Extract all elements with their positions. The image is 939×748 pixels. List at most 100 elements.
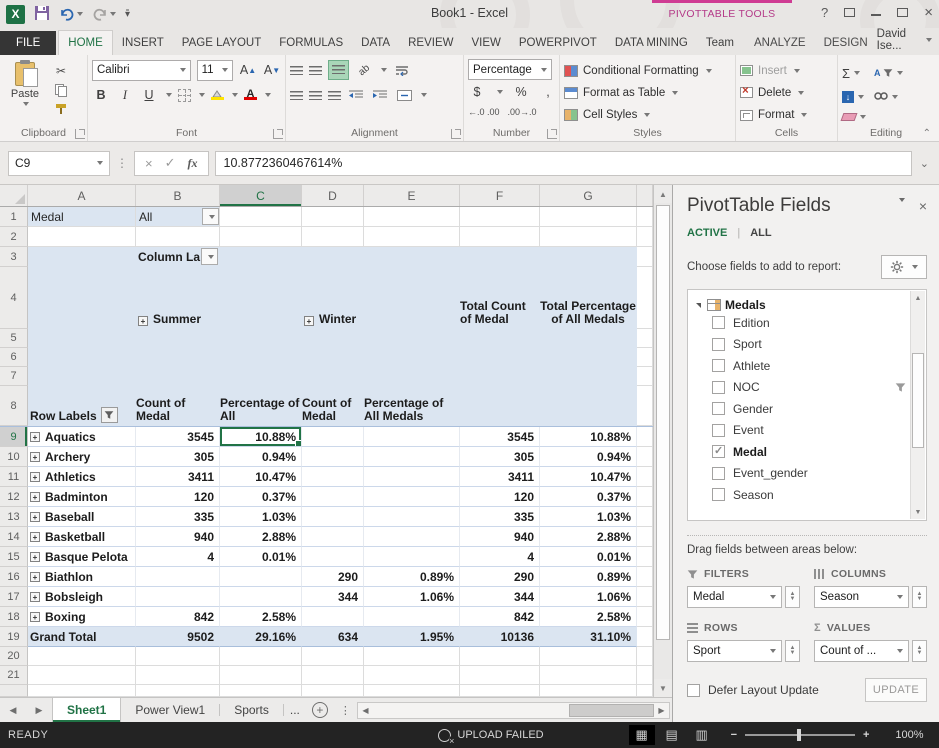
field-medal[interactable]: Medal: [696, 441, 906, 463]
checkbox[interactable]: [712, 488, 725, 501]
field-stepper[interactable]: ▲▼: [912, 640, 927, 662]
filter-field-cell[interactable]: Medal: [28, 207, 136, 227]
find-icon[interactable]: [874, 87, 903, 106]
paste-button[interactable]: Paste: [4, 59, 46, 125]
tab-formulas[interactable]: FORMULAS: [270, 31, 352, 55]
decrease-decimal-icon[interactable]: .00→.0: [508, 107, 537, 117]
close-icon[interactable]: ×: [924, 4, 933, 22]
comma-icon[interactable]: ,: [539, 83, 557, 102]
row-number[interactable]: 18: [0, 607, 28, 627]
scrollbar-thumb[interactable]: [656, 205, 670, 640]
dialog-launcher-icon[interactable]: [273, 129, 283, 139]
columns-field-season[interactable]: Season: [814, 586, 909, 608]
field-stepper[interactable]: ▲▼: [785, 586, 800, 608]
tab-page-layout[interactable]: PAGE LAYOUT: [173, 31, 270, 55]
pivot-row-label[interactable]: +Archery: [28, 447, 136, 467]
save-icon[interactable]: [34, 5, 50, 24]
number-format-select[interactable]: Percentage: [468, 59, 552, 80]
pivot-row-label[interactable]: +Badminton: [28, 487, 136, 507]
align-bottom-icon[interactable]: [328, 60, 349, 80]
more-sheets[interactable]: ...: [284, 698, 306, 722]
field-gender[interactable]: Gender: [696, 398, 906, 420]
sheet-tab-sheet1[interactable]: Sheet1: [52, 698, 121, 722]
field-season[interactable]: Season: [696, 484, 906, 506]
scroll-up-icon[interactable]: ▲: [911, 291, 925, 305]
expand-formula-bar-icon[interactable]: ⌄: [918, 157, 931, 170]
column-header-g[interactable]: G: [540, 185, 637, 206]
pivot-row-label[interactable]: +Basque Pelota: [28, 547, 136, 567]
font-name-select[interactable]: Calibri: [92, 60, 191, 81]
row-number[interactable]: 1: [0, 207, 28, 227]
tab-view[interactable]: VIEW: [462, 31, 509, 55]
filters-field-medal[interactable]: Medal: [687, 586, 782, 608]
row-number[interactable]: 10: [0, 447, 28, 467]
expand-icon[interactable]: +: [30, 572, 40, 582]
checkbox[interactable]: [712, 381, 725, 394]
row-number[interactable]: 3: [0, 247, 28, 267]
zoom-slider-thumb[interactable]: [797, 729, 801, 741]
user-dropdown-icon[interactable]: [926, 38, 932, 42]
customize-qat-icon[interactable]: ▾̄: [125, 9, 129, 20]
font-size-select[interactable]: 11: [197, 60, 233, 81]
pivot-row-label[interactable]: +Aquatics: [28, 427, 136, 447]
minimize-icon[interactable]: [871, 4, 881, 22]
dialog-launcher-icon[interactable]: [451, 129, 461, 139]
expand-icon[interactable]: +: [30, 612, 40, 622]
scroll-left-icon[interactable]: ◀: [358, 706, 373, 715]
tab-review[interactable]: REVIEW: [399, 31, 462, 55]
field-edition[interactable]: Edition: [696, 312, 906, 334]
collapse-icon[interactable]: +: [304, 316, 314, 326]
cancel-icon[interactable]: ×: [145, 156, 153, 171]
column-header-f[interactable]: F: [460, 185, 540, 206]
row-number[interactable]: 5: [0, 329, 28, 348]
row-number[interactable]: 17: [0, 587, 28, 607]
insert-button[interactable]: Insert: [740, 61, 807, 80]
sheet-tab-power-view1[interactable]: Power View1: [121, 698, 219, 722]
row-number[interactable]: 19: [0, 627, 28, 647]
fill-color-icon[interactable]: [211, 90, 224, 100]
row-number[interactable]: 2: [0, 227, 28, 247]
tab-team[interactable]: Team: [697, 31, 743, 55]
tab-design[interactable]: DESIGN: [815, 31, 877, 55]
vertical-scrollbar[interactable]: ▲ ▼: [653, 185, 672, 697]
tab-all[interactable]: ALL: [750, 227, 771, 239]
row-number[interactable]: [0, 685, 28, 697]
row-number[interactable]: 8: [0, 386, 28, 426]
pivot-row-label[interactable]: +Bobsleigh: [28, 587, 136, 607]
row-number[interactable]: 12: [0, 487, 28, 507]
autosum-icon[interactable]: Σ: [842, 62, 866, 84]
tab-data-mining[interactable]: DATA MINING: [606, 31, 697, 55]
checkbox[interactable]: [712, 467, 725, 480]
tab-home[interactable]: HOME: [58, 30, 113, 55]
excel-logo-icon[interactable]: X: [6, 5, 25, 24]
scroll-down-icon[interactable]: ▼: [654, 679, 672, 697]
dialog-launcher-icon[interactable]: [75, 129, 85, 139]
undo-dropdown-icon[interactable]: [77, 12, 83, 16]
clear-icon[interactable]: [842, 110, 866, 125]
orientation-icon[interactable]: ab: [352, 58, 376, 82]
horizontal-scrollbar[interactable]: ◀ ▶: [357, 702, 670, 719]
field-sport[interactable]: Sport: [696, 334, 906, 356]
expand-icon[interactable]: +: [30, 492, 40, 502]
zoom-in-icon[interactable]: +: [863, 729, 869, 741]
row-number[interactable]: 11: [0, 467, 28, 487]
align-middle-icon[interactable]: [309, 66, 322, 75]
tab-file[interactable]: FILE: [0, 31, 56, 55]
decrease-indent-icon[interactable]: [347, 87, 365, 103]
currency-icon[interactable]: $: [468, 83, 486, 102]
align-left-icon[interactable]: [290, 91, 303, 100]
zoom-out-icon[interactable]: −: [731, 729, 737, 741]
formula-input[interactable]: 10.8772360467614%: [215, 151, 912, 176]
align-top-icon[interactable]: [290, 66, 303, 75]
table-medals[interactable]: Medals: [696, 298, 906, 312]
defer-layout-checkbox[interactable]: [687, 684, 700, 697]
increase-decimal-icon[interactable]: ←.0 .00: [468, 107, 500, 117]
ribbon-display-icon[interactable]: [844, 4, 855, 22]
expand-icon[interactable]: +: [30, 472, 40, 482]
collapse-ribbon-icon[interactable]: ⌃: [923, 128, 931, 139]
checkbox[interactable]: [712, 338, 725, 351]
row-number[interactable]: 16: [0, 567, 28, 587]
pane-options-icon[interactable]: [899, 198, 905, 202]
pivot-row-label[interactable]: +Boxing: [28, 607, 136, 627]
bold-button[interactable]: B: [92, 86, 110, 105]
